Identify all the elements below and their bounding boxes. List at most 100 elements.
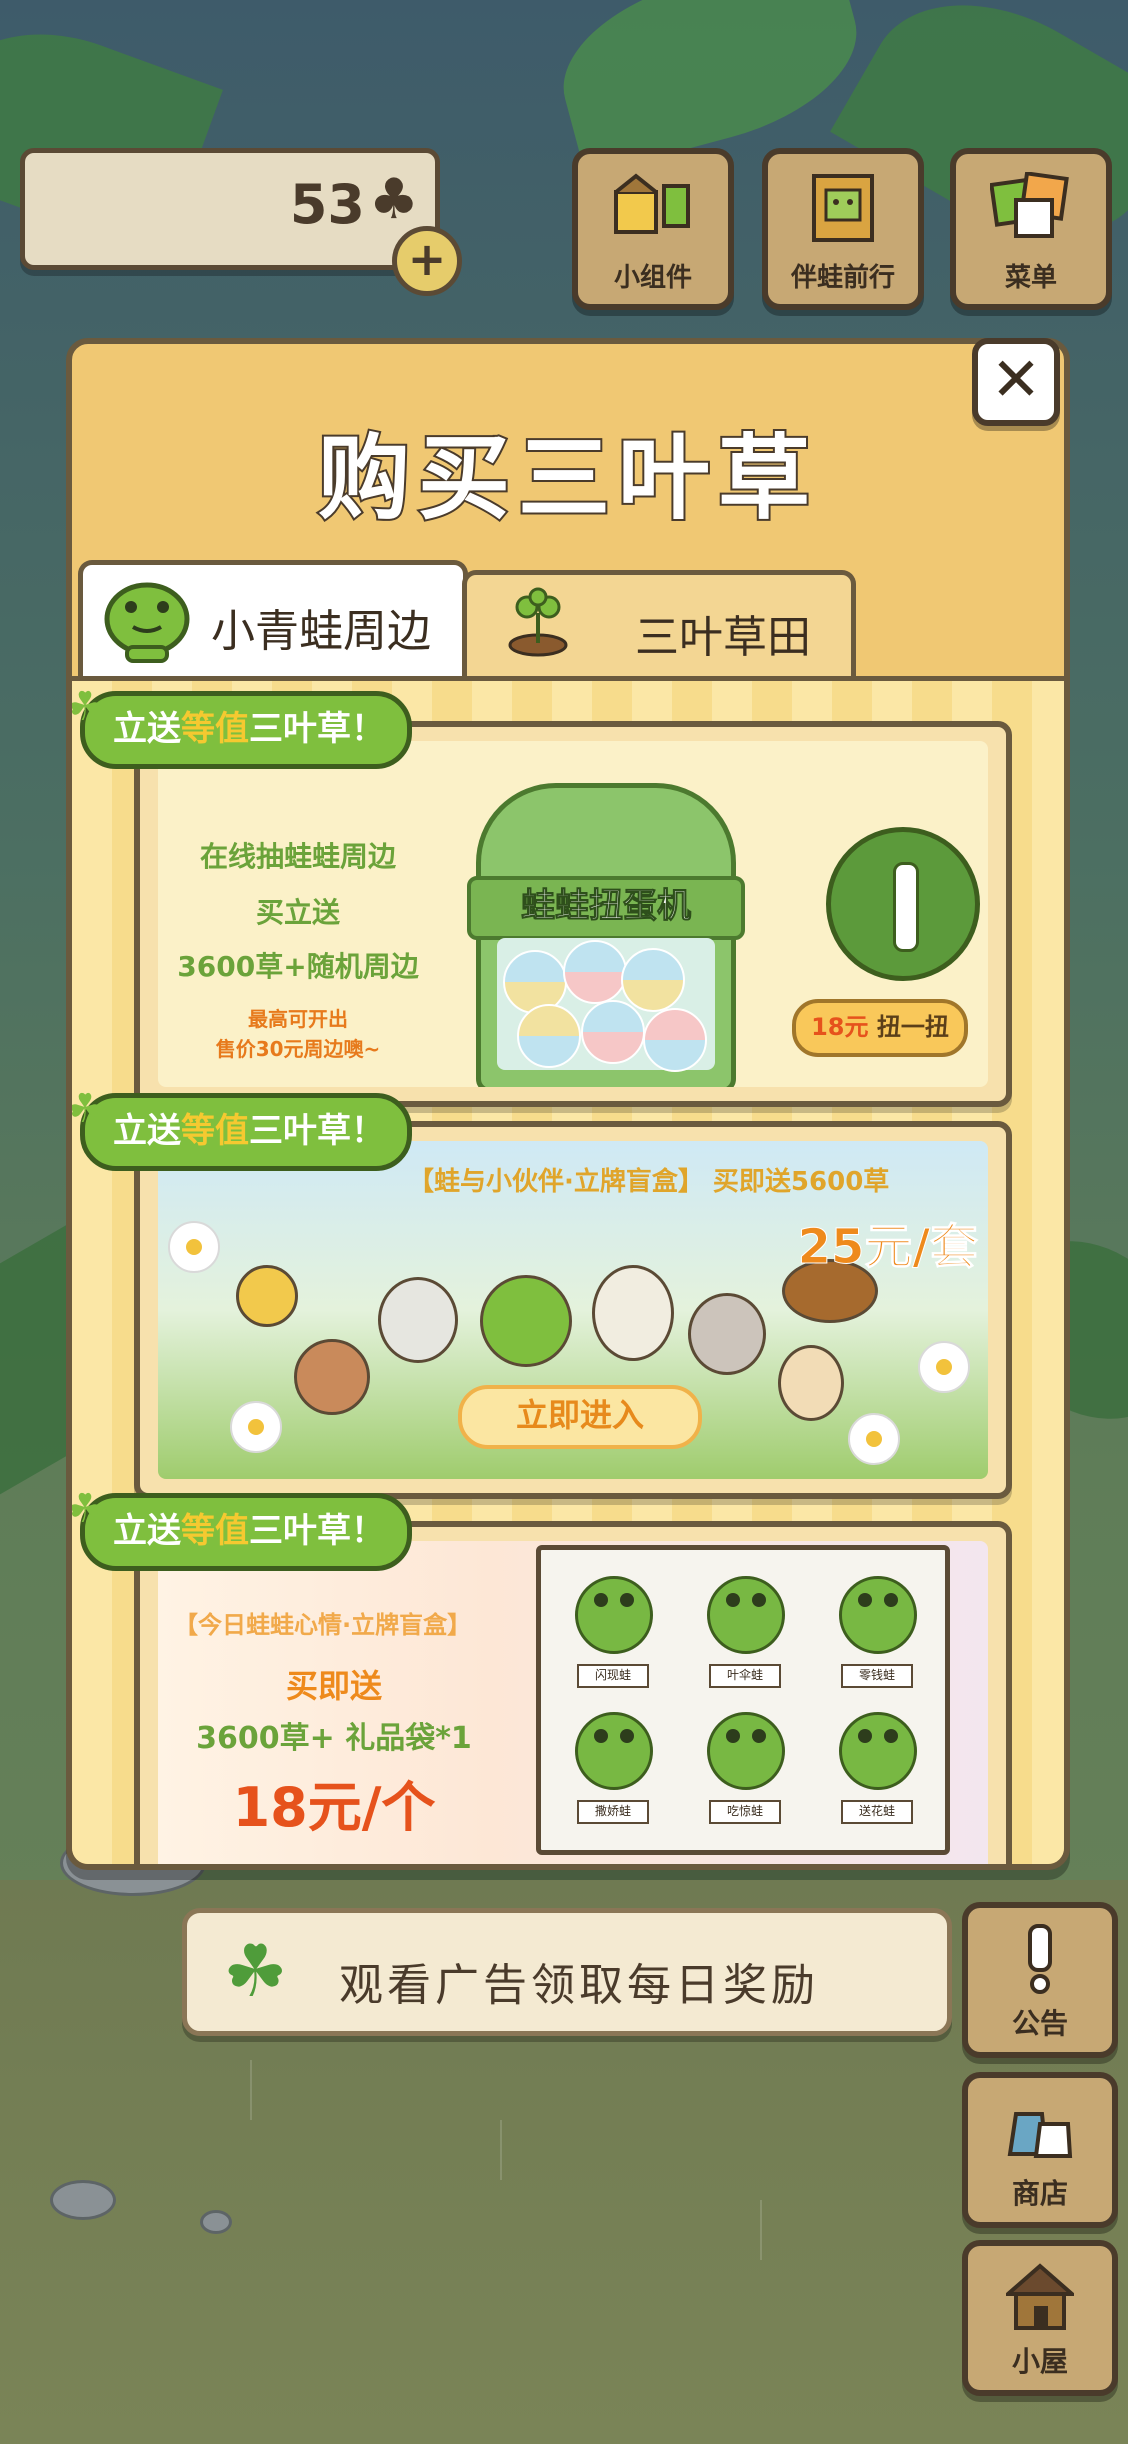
frog-mood-caption: 零钱蛙 [841,1664,913,1688]
mood-blindbox-body: 【今日蛙蛙心情·立牌盲盒】 买即送 3600草+ 礼品袋*1 18元/个 闪现蛙… [158,1541,988,1864]
ribbon-text: 三叶草！ [249,1111,385,1151]
frog-figure [839,1576,917,1654]
ribbon-text: 立送 [113,1511,181,1551]
menu-label: 菜单 [1004,263,1057,293]
mood-headline: 【今日蛙蛙心情·立牌盲盒】 [174,1611,472,1639]
exclamation-icon [1028,1924,1052,1994]
stone [200,2210,232,2234]
clover-count: 53 [289,173,365,236]
shop-bags-icon [1007,2112,1073,2158]
announcement-button[interactable]: 公告 [962,1902,1118,2058]
hamster-figure [688,1293,766,1375]
capsule [517,1004,581,1068]
rain-drop [250,2060,252,2120]
house-label: 小屋 [1011,2345,1068,2378]
frog-mood-item: 闪现蛙 [555,1566,667,1696]
frog-mood-caption: 送花蛙 [841,1800,913,1824]
mood-price: 18元/个 [232,1776,436,1839]
gacha-note: 最高可开出 [248,1007,348,1031]
announcement-label: 公告 [1011,2007,1068,2040]
promo-ribbon: ☘ 立送等值三叶草！ [72,1086,412,1171]
clover-sprout-icon [508,587,568,657]
blindbox-price: 25元/套 [797,1219,978,1276]
watch-ad-reward-button[interactable]: ☘ 观看广告领取每日奖励 [182,1908,952,2036]
frog-figure [707,1712,785,1790]
promo-ribbon: ☘ 立送等值三叶草！ [72,1486,412,1571]
stone [50,2180,116,2220]
frog-mood-caption: 叶伞蛙 [709,1664,781,1688]
capsule [563,940,627,1004]
shop-button[interactable]: 商店 [962,2072,1118,2228]
widget-button[interactable]: 小组件 [572,148,734,310]
tab-frog-merch[interactable]: 小青蛙周边 [78,560,468,677]
frog-companion-button[interactable]: 伴蛙前行 [762,148,924,310]
widget-icon [614,173,690,234]
promo-ribbon: ☘ 立送等值三叶草！ [72,684,412,769]
knob-handle [893,862,919,952]
frog-figure [575,1576,653,1654]
gacha-machine-title: 蛙蛙扭蛋机 [467,876,745,940]
bee-figure [236,1265,298,1327]
capsule [621,948,685,1012]
ribbon-highlight: 等值 [181,1511,249,1551]
daisy-decoration [848,1413,900,1465]
close-dialog-button[interactable]: ✕ [972,338,1060,426]
capsule [643,1008,707,1072]
product-list[interactable]: 在线抽蛙蛙周边 买立送 3600草+随机周边 最高可开出 售价30元周边噢~ 蛙… [72,676,1064,1864]
ribbon-text: 立送 [113,709,181,749]
enter-now-button[interactable]: 立即进入 [458,1385,702,1449]
gacha-card-body: 在线抽蛙蛙周边 买立送 3600草+随机周边 最高可开出 售价30元周边噢~ 蛙… [158,741,988,1087]
mood-blindbox-card[interactable]: 【今日蛙蛙心情·立牌盲盒】 买即送 3600草+ 礼品袋*1 18元/个 闪现蛙… [134,1521,1012,1864]
frog-mood-sheet: 闪现蛙 叶伞蛙 零钱蛙 撒娇蛙 吃惊蛙 送花蛙 [536,1545,950,1855]
gacha-line: 买立送 [255,896,340,929]
gacha-line: 在线抽蛙蛙周边 [199,840,396,873]
ribbon-highlight: 等值 [181,1111,249,1151]
rain-drop [760,2200,762,2260]
frog-figure [839,1712,917,1790]
buy-clover-dialog: 购买三叶草 小青蛙周边 三叶草田 在线抽蛙蛙周边 买立送 3600草+随机周边 … [66,338,1070,1870]
frog-figure [575,1712,653,1790]
frog-mood-item: 叶伞蛙 [687,1566,799,1696]
mood-line: 买即送 [285,1667,382,1705]
ribbon-highlight: 等值 [181,709,249,749]
clover-leaf-icon: ☘ [67,684,103,730]
capsule [581,1000,645,1064]
clover-icon: ♣ [368,167,419,232]
watch-ad-label: 观看广告领取每日奖励 [339,1960,819,2011]
gacha-knob[interactable] [826,827,980,981]
frog-figure [707,1576,785,1654]
clover-leaf-icon: ☘ [67,1486,103,1532]
clover-leaf-icon: ☘ [67,1086,103,1132]
menu-button[interactable]: 菜单 [950,148,1112,310]
frog-mood-caption: 吃惊蛙 [709,1800,781,1824]
stand-blindbox-card[interactable]: 【蛙与小伙伴·立牌盲盒】 买即送5600草 25元/套 立即进入 [134,1121,1012,1499]
daisy-decoration [918,1341,970,1393]
shop-label: 商店 [1011,2177,1068,2210]
ribbon-text: 三叶草！ [249,709,385,749]
clover-icon: ☘ [223,1929,288,2013]
house-icon [1006,2263,1074,2330]
gacha-card[interactable]: 在线抽蛙蛙周边 买立送 3600草+随机周边 最高可开出 售价30元周边噢~ 蛙… [134,721,1012,1107]
gacha-buy-button[interactable]: 18元 扭一扭 [792,999,968,1057]
mood-line: 3600草+ 礼品袋*1 [196,1721,472,1756]
gacha-note: 售价30元周边噢~ [215,1037,381,1061]
daisy-decoration [168,1221,220,1273]
owl-figure [592,1265,674,1361]
snake-figure [778,1345,844,1421]
gacha-price: 18元 [811,1013,869,1041]
blindbox-headline: 【蛙与小伙伴·立牌盲盒】 买即送5600草 [408,1167,890,1197]
stand-blindbox-body: 【蛙与小伙伴·立牌盲盒】 买即送5600草 25元/套 立即进入 [158,1141,988,1479]
frog-figure [480,1275,572,1367]
hamster-figure [378,1277,458,1363]
frog-mood-item: 送花蛙 [819,1702,931,1832]
ribbon-text: 三叶草！ [249,1511,385,1551]
frog-mood-caption: 撒娇蛙 [577,1800,649,1824]
add-clover-button[interactable]: + [392,226,462,296]
house-button[interactable]: 小屋 [962,2240,1118,2396]
rain-drop [500,2120,502,2180]
gacha-machine: 蛙蛙扭蛋机 [467,783,745,1087]
tab-frog-merch-label: 小青蛙周边 [211,606,431,657]
ribbon-text: 立送 [113,1111,181,1151]
clover-counter: 53 ♣ [20,148,440,270]
tab-clover-field[interactable]: 三叶草田 [462,570,856,677]
